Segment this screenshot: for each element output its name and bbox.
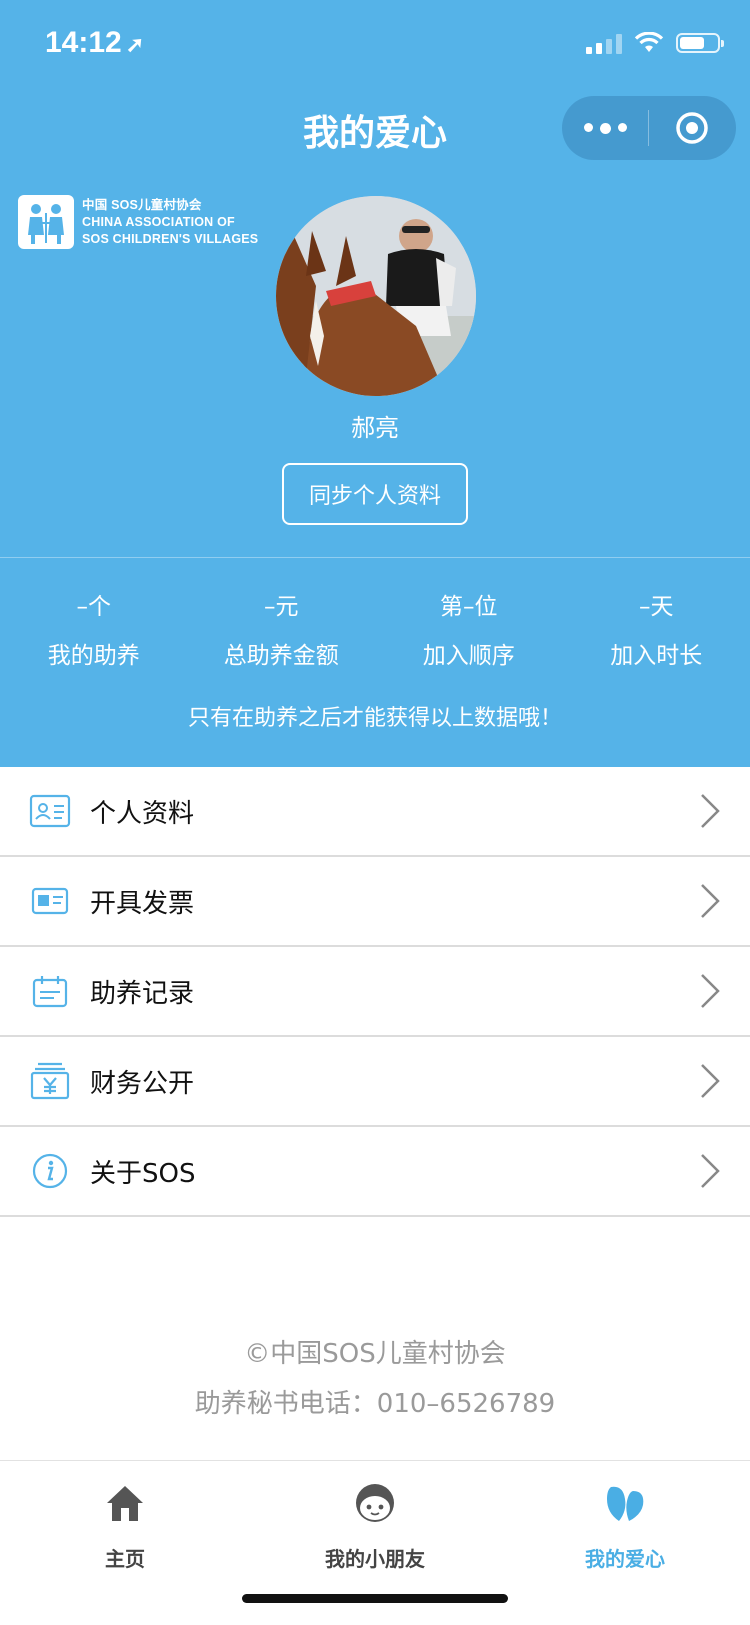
- sos-logo-text: 中国 SOS儿童村协会 CHINA ASSOCIATION OF SOS CHI…: [82, 197, 258, 248]
- invoice-icon: [28, 879, 72, 923]
- stat-label: 我的助养: [0, 636, 188, 670]
- menu-item-profile[interactable]: 个人资料: [0, 767, 750, 857]
- location-arrow-icon: ➚: [126, 32, 144, 57]
- sos-logo-icon: [18, 195, 74, 249]
- avatar[interactable]: [276, 196, 476, 396]
- stat-sponsorships: –个 我的助养: [0, 590, 188, 670]
- tab-home[interactable]: 主页: [0, 1481, 250, 1572]
- footer-phone: 助养秘书电话：010–6526789: [0, 1383, 750, 1420]
- stat-value: –个: [0, 590, 188, 624]
- menu-label: 关于SOS: [90, 1153, 195, 1190]
- chevron-right-icon: [698, 791, 722, 831]
- tab-label: 主页: [0, 1543, 250, 1572]
- stats-note: 只有在助养之后才能获得以上数据哦！: [0, 700, 750, 732]
- wifi-icon: [634, 32, 664, 54]
- menu-item-records[interactable]: 助养记录: [0, 947, 750, 1037]
- profile-header: 14:12➚ 我的爱心: [0, 0, 750, 767]
- stat-label: 加入顺序: [375, 636, 563, 670]
- stat-value: 第–位: [375, 590, 563, 624]
- tab-my-children[interactable]: 我的小朋友: [250, 1481, 500, 1572]
- stat-total-amount: –元 总助养金额: [188, 590, 376, 670]
- stat-value: –元: [188, 590, 376, 624]
- info-icon: [28, 1149, 72, 1193]
- menu-label: 开具发票: [90, 883, 194, 920]
- menu-label: 助养记录: [90, 973, 194, 1010]
- chevron-right-icon: [698, 1061, 722, 1101]
- chevron-right-icon: [698, 1151, 722, 1191]
- child-face-icon: [353, 1481, 397, 1525]
- divider: [0, 557, 750, 558]
- tab-label: 我的小朋友: [250, 1543, 500, 1572]
- stat-label: 加入时长: [563, 636, 750, 670]
- home-indicator: [242, 1594, 508, 1603]
- calendar-icon: [28, 969, 72, 1013]
- stat-label: 总助养金额: [188, 636, 376, 670]
- more-icon[interactable]: [562, 123, 648, 134]
- status-icons: [586, 32, 720, 54]
- tab-label: 我的爱心: [500, 1543, 750, 1572]
- menu-item-invoice[interactable]: 开具发票: [0, 857, 750, 947]
- heart-icon: [603, 1481, 647, 1525]
- signal-icon: [586, 32, 622, 54]
- close-target-icon[interactable]: [649, 110, 735, 146]
- menu-item-finance[interactable]: 财务公开: [0, 1037, 750, 1127]
- battery-icon: [676, 33, 720, 53]
- username: 郝亮: [0, 408, 750, 443]
- finance-icon: [28, 1059, 72, 1103]
- chevron-right-icon: [698, 971, 722, 1011]
- stats-row: –个 我的助养 –元 总助养金额 第–位 加入顺序 –天 加入时长: [0, 590, 750, 670]
- sos-logo: 中国 SOS儿童村协会 CHINA ASSOCIATION OF SOS CHI…: [18, 195, 258, 249]
- menu-item-about[interactable]: 关于SOS: [0, 1127, 750, 1217]
- stat-join-order: 第–位 加入顺序: [375, 590, 563, 670]
- tab-my-love[interactable]: 我的爱心: [500, 1481, 750, 1572]
- footer-copyright: ©中国SOS儿童村协会: [0, 1333, 750, 1370]
- stat-join-duration: –天 加入时长: [563, 590, 750, 670]
- miniprogram-capsule: [562, 96, 736, 160]
- status-time: 14:12➚: [45, 26, 144, 60]
- home-icon: [103, 1481, 147, 1525]
- menu-label: 个人资料: [90, 793, 194, 830]
- menu-list: 个人资料 开具发票 助养记录: [0, 767, 750, 1217]
- menu-label: 财务公开: [90, 1063, 194, 1100]
- sync-profile-button[interactable]: 同步个人资料: [282, 463, 468, 525]
- chevron-right-icon: [698, 881, 722, 921]
- id-card-icon: [28, 789, 72, 833]
- stat-value: –天: [563, 590, 750, 624]
